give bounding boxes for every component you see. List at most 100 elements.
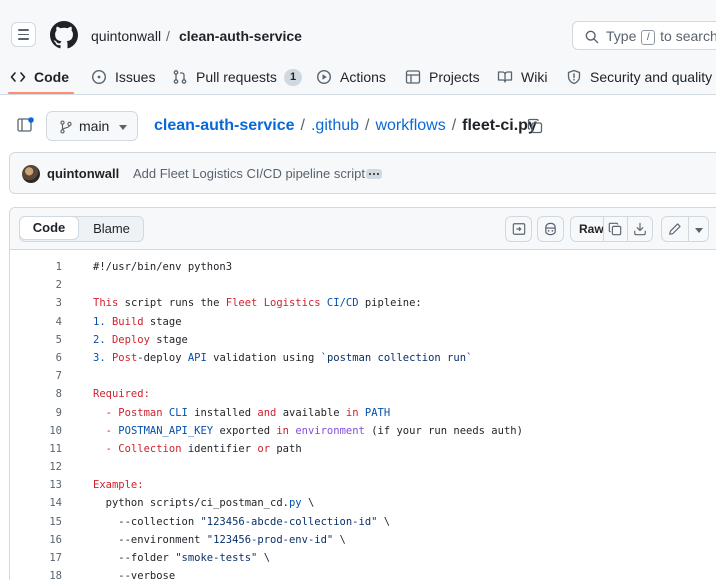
hamburger-menu-button[interactable] [11, 22, 36, 47]
ellipsis-icon-dot [377, 173, 379, 175]
line-content: This script runs the Fleet Logistics CI/… [93, 294, 422, 312]
tab-wiki-label: Wiki [521, 69, 548, 85]
line-content: --collection "123456-abcde-collection-id… [93, 513, 390, 531]
commit-expand-button[interactable] [366, 169, 382, 179]
tab-projects[interactable]: Projects [405, 67, 480, 87]
breadcrumb-owner-link[interactable]: quintonwall [91, 28, 161, 44]
tab-pull-requests-label: Pull requests [196, 69, 277, 85]
commit-author-link[interactable]: quintonwall [47, 166, 119, 181]
search-placeholder: Type / to search [606, 28, 716, 45]
tab-issues[interactable]: Issues [91, 67, 155, 87]
line-number[interactable]: 2 [10, 276, 62, 294]
search-suffix: to search [660, 28, 716, 44]
line-number[interactable]: 18 [10, 567, 62, 580]
line-content: - Collection identifier or path [93, 440, 302, 458]
code-token: script runs the [118, 297, 226, 310]
line-number[interactable]: 3 [10, 294, 62, 312]
repo-navigation: Code Issues Pull requests 1 Actions Proj… [0, 58, 716, 95]
code-token: --verbose [93, 570, 176, 580]
branch-selector-button[interactable]: main [46, 111, 138, 141]
line-number[interactable]: 1 [10, 258, 62, 276]
code-token: \ [301, 497, 315, 510]
divider [603, 217, 604, 241]
breadcrumb-separator: / [166, 28, 170, 44]
code-token: and [257, 406, 277, 419]
breadcrumb-workflows-dir-link[interactable]: workflows [375, 117, 445, 134]
breadcrumb-github-dir-link[interactable]: .github [311, 117, 359, 134]
code-token: - [93, 424, 119, 437]
line-number[interactable]: 4 [10, 313, 62, 331]
branch-name: main [79, 118, 110, 134]
code-token: installed [187, 406, 258, 419]
code-line: 8 Required: [10, 385, 716, 403]
line-number[interactable]: 13 [10, 476, 62, 494]
code-line: 12 [10, 458, 716, 476]
code-token: or [257, 442, 271, 455]
branch-icon [60, 120, 72, 134]
line-content: Required: [93, 385, 150, 403]
tab-blame-view[interactable]: Blame [80, 217, 143, 241]
code-token: Post [111, 351, 138, 364]
raw-button[interactable]: Raw [579, 222, 604, 236]
avatar[interactable] [22, 165, 40, 183]
tab-code[interactable]: Code [10, 67, 69, 87]
code-token: "123456-prod-env-id" [206, 533, 334, 546]
line-number[interactable]: 8 [10, 385, 62, 403]
line-number[interactable]: 15 [10, 513, 62, 531]
code-token: Example: [93, 479, 144, 492]
code-line: 14 python scripts/ci_postman_cd.py \ [10, 494, 716, 512]
copy-icon[interactable] [608, 222, 622, 236]
global-header: quintonwall / clean-auth-service Type / … [0, 0, 716, 58]
tab-actions-label: Actions [340, 69, 386, 85]
line-number[interactable]: 11 [10, 440, 62, 458]
code-line: 6 3. Post-deploy API validation using `po… [10, 349, 716, 367]
ellipsis-icon-dot [369, 173, 371, 175]
tab-projects-label: Projects [429, 69, 480, 85]
line-number[interactable]: 12 [10, 458, 62, 476]
line-number[interactable]: 17 [10, 549, 62, 567]
code-token: environment [295, 424, 365, 437]
line-number[interactable]: 5 [10, 331, 62, 349]
tab-actions[interactable]: Actions [316, 67, 386, 87]
code-token: - [93, 406, 119, 419]
line-number[interactable]: 10 [10, 422, 62, 440]
code-line: 15 --collection "123456-abcde-collection… [10, 513, 716, 531]
code-token: `postman collection run` [320, 351, 473, 364]
tab-security[interactable]: Security and quality [566, 67, 712, 87]
tab-wiki[interactable]: Wiki [497, 67, 547, 87]
copilot-button[interactable] [537, 216, 564, 242]
code-token: stage [143, 315, 182, 328]
code-token: CLI [168, 406, 188, 419]
commit-message-link[interactable]: Add Fleet Logistics CI/CD pipeline scrip… [133, 166, 365, 181]
code-line: 10 - POSTMAN_API_KEY exported in environ… [10, 422, 716, 440]
line-number[interactable]: 14 [10, 494, 62, 512]
code-token: API [187, 351, 207, 364]
breadcrumb-file-name: fleet-ci.py [462, 117, 537, 134]
line-number[interactable]: 16 [10, 531, 62, 549]
search-prefix: Type [606, 28, 637, 44]
github-logo-icon[interactable] [50, 21, 78, 49]
breadcrumb-repo-root-link[interactable]: clean-auth-service [154, 117, 295, 134]
search-input[interactable]: Type / to search [572, 21, 716, 50]
line-number[interactable]: 6 [10, 349, 62, 367]
file-tree-icon[interactable] [17, 117, 35, 133]
code-token: POSTMAN_API_KEY [118, 424, 214, 437]
code-line: 7 [10, 367, 716, 385]
code-viewer-toolbar: Code Blame Raw [10, 208, 716, 250]
code-viewer: Code Blame Raw 1 #!/usr/bin/env python3 2 3… [9, 207, 716, 580]
code-token: available [276, 406, 346, 419]
code-line: 1 #!/usr/bin/env python3 [10, 258, 716, 276]
breadcrumb-repo-link[interactable]: clean-auth-service [179, 28, 302, 44]
line-number[interactable]: 9 [10, 404, 62, 422]
pencil-icon[interactable] [668, 222, 682, 236]
symbols-panel-button[interactable] [505, 216, 532, 242]
download-icon[interactable] [633, 222, 647, 236]
copy-icon[interactable] [527, 118, 543, 134]
tab-code-view[interactable]: Code [19, 216, 79, 240]
ellipsis-icon-dot [373, 173, 375, 175]
code-line: 3 This script runs the Fleet Logistics CI… [10, 294, 716, 312]
line-number[interactable]: 7 [10, 367, 62, 385]
chevron-down-icon[interactable] [695, 228, 703, 233]
tab-pull-requests[interactable]: Pull requests 1 [172, 67, 303, 87]
code-icon [10, 72, 26, 82]
